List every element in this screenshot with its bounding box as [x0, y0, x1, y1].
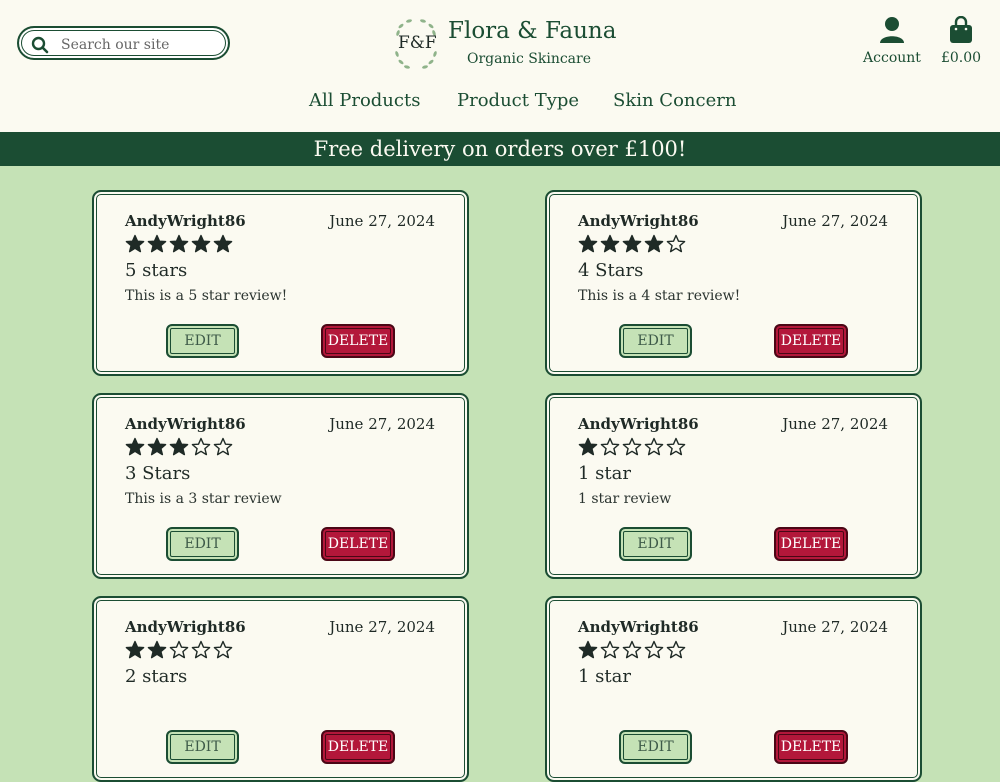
- star-filled-icon: [147, 437, 167, 456]
- review-date: June 27, 2024: [782, 415, 888, 433]
- star-outline-icon: [622, 437, 642, 456]
- edit-review-button[interactable]: EDIT: [166, 324, 239, 358]
- star-outline-icon: [600, 640, 620, 659]
- star-filled-icon: [125, 640, 145, 659]
- review-text: This is a 4 star review!: [578, 288, 741, 304]
- review-title: 2 stars: [125, 666, 188, 687]
- review-text: 1 star review: [578, 491, 672, 507]
- star-outline-icon: [644, 437, 664, 456]
- review-card: AndyWright86 June 27, 2024 5 stars This …: [92, 190, 469, 376]
- star-filled-icon: [169, 234, 189, 253]
- star-outline-icon: [600, 437, 620, 456]
- review-date: June 27, 2024: [782, 212, 888, 230]
- review-card: AndyWright86 June 27, 2024 1 star EDIT D…: [545, 596, 922, 782]
- review-text: This is a 5 star review!: [125, 288, 288, 304]
- site-header: F&F Flora & Fauna Organic Skincare Accou…: [0, 0, 1000, 132]
- brand-tagline: Organic Skincare: [467, 51, 591, 67]
- edit-review-button[interactable]: EDIT: [619, 730, 692, 764]
- delete-review-button[interactable]: DELETE: [774, 730, 848, 764]
- review-date: June 27, 2024: [329, 618, 435, 636]
- search-box[interactable]: [17, 26, 230, 60]
- nav-product-type[interactable]: Product Type: [457, 90, 579, 111]
- brand-logo[interactable]: F&F Flora & Fauna Organic Skincare: [393, 16, 623, 74]
- review-card: AndyWright86 June 27, 2024 3 Stars This …: [92, 393, 469, 579]
- review-author: AndyWright86: [578, 415, 699, 433]
- star-rating: [578, 437, 688, 457]
- star-filled-icon: [644, 234, 664, 253]
- star-filled-icon: [191, 234, 211, 253]
- logo-wreath: F&F: [393, 16, 439, 72]
- edit-review-button[interactable]: EDIT: [619, 324, 692, 358]
- review-card: AndyWright86 June 27, 2024 4 Stars This …: [545, 190, 922, 376]
- review-author: AndyWright86: [578, 618, 699, 636]
- review-title: 1 star: [578, 666, 631, 687]
- star-filled-icon: [578, 640, 598, 659]
- star-outline-icon: [666, 640, 686, 659]
- edit-review-button[interactable]: EDIT: [166, 730, 239, 764]
- review-text: This is a 3 star review: [125, 491, 282, 507]
- delete-review-button[interactable]: DELETE: [774, 527, 848, 561]
- star-rating: [578, 640, 688, 660]
- edit-review-button[interactable]: EDIT: [166, 527, 239, 561]
- star-rating: [125, 234, 235, 254]
- edit-review-button[interactable]: EDIT: [619, 527, 692, 561]
- star-outline-icon: [666, 234, 686, 253]
- star-filled-icon: [622, 234, 642, 253]
- delete-review-button[interactable]: DELETE: [321, 730, 395, 764]
- review-author: AndyWright86: [125, 618, 246, 636]
- delete-review-button[interactable]: DELETE: [321, 324, 395, 358]
- review-title: 1 star: [578, 463, 631, 484]
- star-outline-icon: [169, 640, 189, 659]
- search-icon[interactable]: [31, 36, 49, 54]
- star-filled-icon: [147, 640, 167, 659]
- review-title: 5 stars: [125, 260, 188, 281]
- review-card: AndyWright86 June 27, 2024 2 stars EDIT …: [92, 596, 469, 782]
- star-outline-icon: [622, 640, 642, 659]
- review-date: June 27, 2024: [782, 618, 888, 636]
- review-card: AndyWright86 June 27, 2024 1 star 1 star…: [545, 393, 922, 579]
- logo-monogram: F&F: [398, 33, 437, 53]
- account-link[interactable]: Account: [862, 16, 922, 66]
- search-input[interactable]: [59, 33, 228, 57]
- delete-review-button[interactable]: DELETE: [321, 527, 395, 561]
- star-filled-icon: [578, 234, 598, 253]
- star-outline-icon: [213, 640, 233, 659]
- star-filled-icon: [169, 437, 189, 456]
- nav-skin-concern[interactable]: Skin Concern: [613, 90, 736, 111]
- star-outline-icon: [191, 640, 211, 659]
- star-outline-icon: [644, 640, 664, 659]
- star-filled-icon: [600, 234, 620, 253]
- star-filled-icon: [125, 234, 145, 253]
- review-author: AndyWright86: [125, 415, 246, 433]
- review-date: June 27, 2024: [329, 415, 435, 433]
- star-rating: [125, 437, 235, 457]
- review-title: 3 Stars: [125, 463, 191, 484]
- delete-review-button[interactable]: DELETE: [774, 324, 848, 358]
- star-filled-icon: [147, 234, 167, 253]
- star-outline-icon: [191, 437, 211, 456]
- star-outline-icon: [213, 437, 233, 456]
- star-rating: [578, 234, 688, 254]
- star-filled-icon: [125, 437, 145, 456]
- delivery-banner: Free delivery on orders over £100!: [0, 132, 1000, 166]
- main-nav: All Products Product Type Skin Concern: [0, 90, 1000, 114]
- cart-total: £0.00: [940, 50, 982, 66]
- review-author: AndyWright86: [125, 212, 246, 230]
- review-title: 4 Stars: [578, 260, 644, 281]
- review-date: June 27, 2024: [329, 212, 435, 230]
- shopping-bag-icon: [950, 15, 972, 43]
- brand-name: Flora & Fauna: [448, 18, 617, 44]
- star-filled-icon: [578, 437, 598, 456]
- account-label: Account: [863, 50, 921, 66]
- review-author: AndyWright86: [578, 212, 699, 230]
- nav-all-products[interactable]: All Products: [309, 90, 420, 111]
- user-icon: [880, 17, 904, 43]
- cart-link[interactable]: £0.00: [938, 15, 984, 66]
- star-rating: [125, 640, 235, 660]
- star-filled-icon: [213, 234, 233, 253]
- star-outline-icon: [666, 437, 686, 456]
